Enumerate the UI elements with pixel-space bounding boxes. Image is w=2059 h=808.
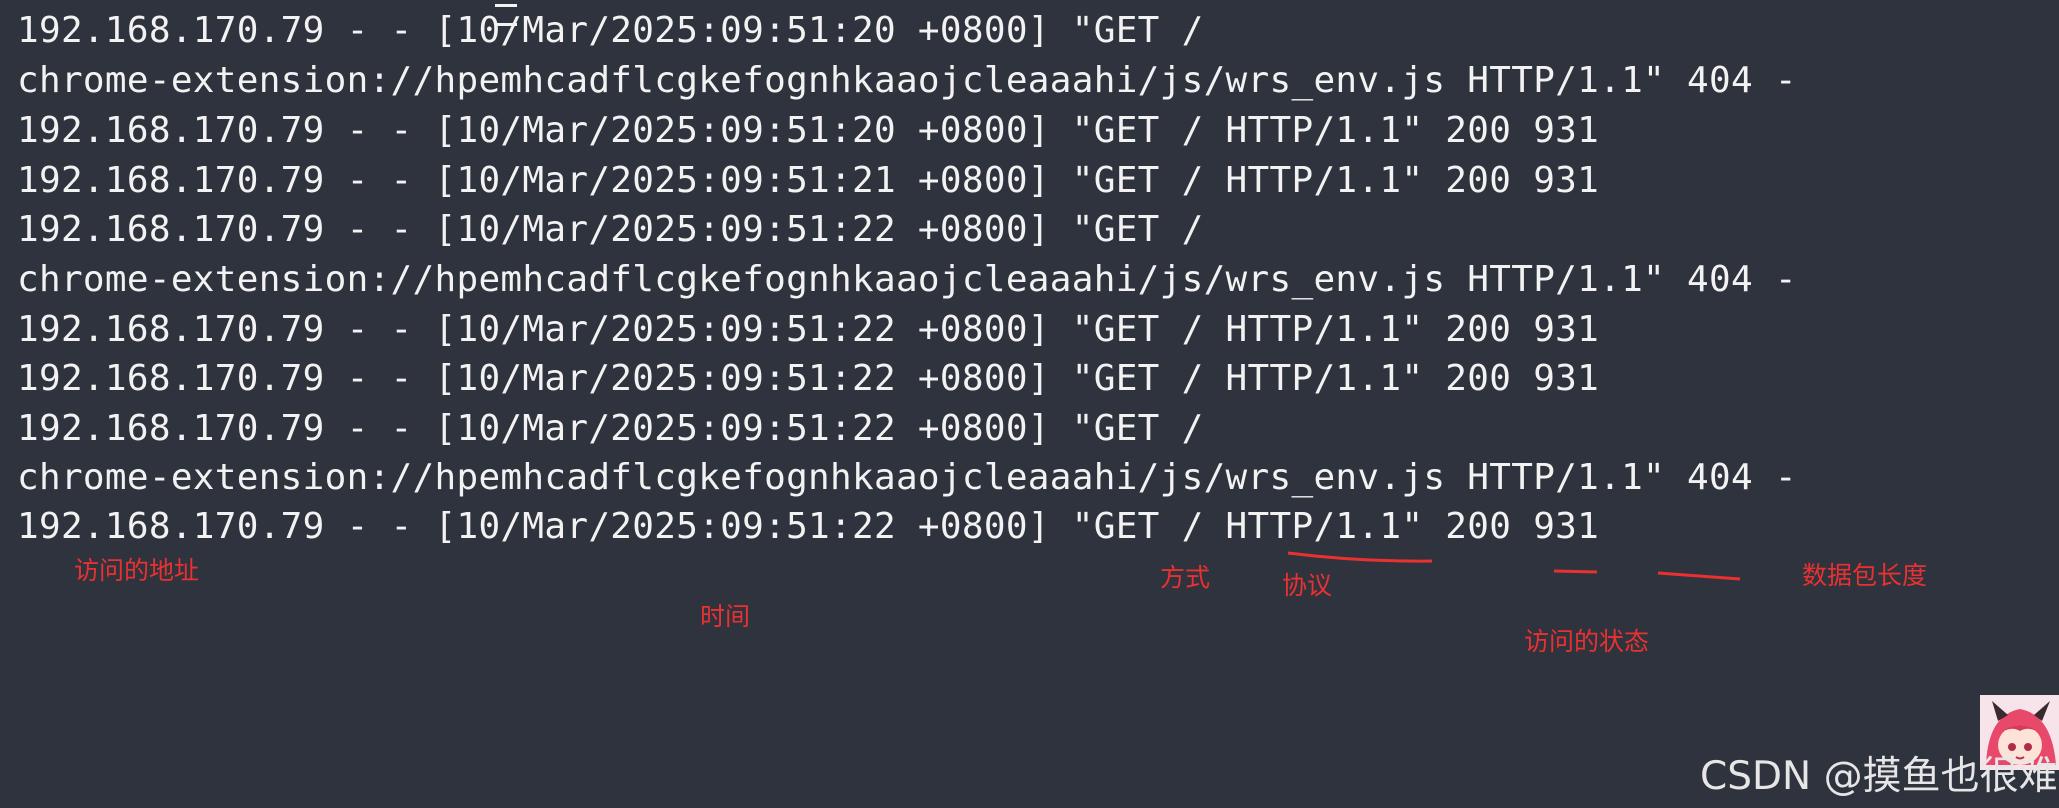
annotation-method: 方式: [1160, 563, 1211, 592]
log-line: 192.168.170.79 - - [10/Mar/2025:09:51:20…: [17, 10, 1204, 51]
log-line: 192.168.170.79 - - [10/Mar/2025:09:51:22…: [17, 309, 1600, 350]
log-line: chrome-extension://hpemhcadflcgkefognhka…: [17, 60, 1797, 101]
log-line: 192.168.170.79 - - [10/Mar/2025:09:51:20…: [17, 110, 1600, 151]
annotation-address: 访问的地址: [74, 556, 200, 585]
watermark: CSDN @摸鱼也很难: [1700, 754, 2058, 799]
log-line: 192.168.170.79 - - [10/Mar/2025:09:51:22…: [17, 358, 1600, 399]
annotation-length: 数据包长度: [1802, 561, 1928, 590]
log-line: 192.168.170.79 - - [10/Mar/2025:09:51:22…: [17, 209, 1204, 250]
log-line: chrome-extension://hpemhcadflcgkefognhka…: [17, 457, 1797, 498]
log-line: 192.168.170.79 - - [10/Mar/2025:09:51:22…: [17, 506, 1600, 547]
annotation-time: 时间: [700, 602, 751, 631]
log-line: 192.168.170.79 - - [10/Mar/2025:09:51:21…: [17, 160, 1600, 201]
clipped-previous-line: [495, 0, 1115, 26]
log-line: chrome-extension://hpemhcadflcgkefognhka…: [17, 259, 1797, 300]
annotation-status: 访问的状态: [1524, 627, 1650, 656]
log-line: 192.168.170.79 - - [10/Mar/2025:09:51:22…: [17, 408, 1204, 449]
terminal-output: 192.168.170.79 - - [10/Mar/2025:09:51:20…: [0, 0, 2059, 808]
annotation-protocol: 协议: [1282, 571, 1333, 600]
